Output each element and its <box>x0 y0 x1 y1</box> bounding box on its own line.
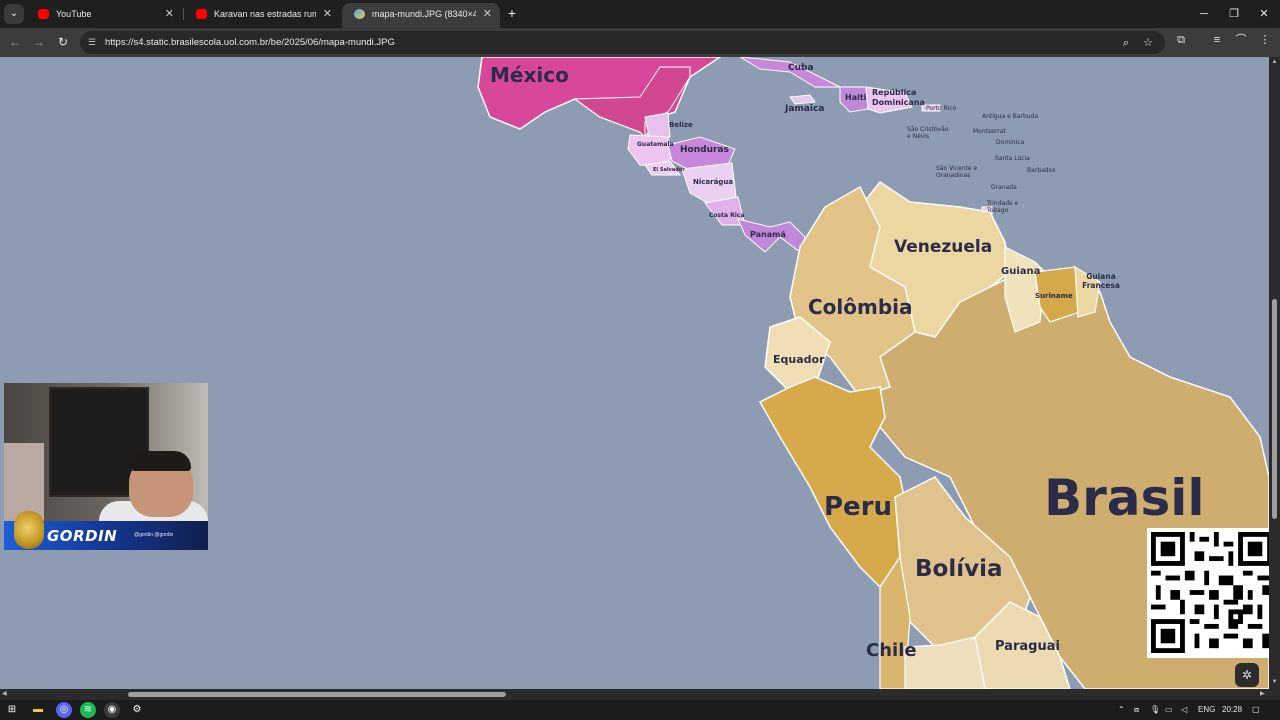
language-indicator[interactable]: ENG <box>1198 700 1215 720</box>
tab-karavan[interactable]: Karavan nas estradas rumo a La ✕ <box>184 3 340 28</box>
app-icon[interactable]: ⚙ <box>129 702 145 718</box>
chrome-icon[interactable]: ◉ <box>104 702 120 718</box>
jamaica-region <box>789 94 816 105</box>
label-antigua: Antígua e Barbuda <box>982 113 1039 120</box>
tray-expand-icon[interactable]: ⌃ <box>1118 700 1125 720</box>
tab-mapa-mundi[interactable]: mapa-mundi.JPG (8340×4689) ✕ <box>342 3 500 28</box>
windows-taskbar: ⊞ ▬ ◎ ≋ ◉ ⚙ ⌃ ⧈ 🎙 ▭ ◁ ENG 20:28 ▢ <box>0 700 1280 720</box>
label-santa-lucia: Santa Lúcia <box>995 155 1030 162</box>
image-icon <box>354 9 365 19</box>
tab-search-button[interactable]: ⌄ <box>4 4 24 24</box>
streamer-name: GORDIN <box>47 527 118 545</box>
menu-icon[interactable]: ⋮ <box>1256 31 1274 49</box>
vertical-scroll-thumb[interactable] <box>1272 299 1277 519</box>
label-honduras: Honduras <box>680 145 729 155</box>
scroll-up-icon[interactable]: ▲ <box>1271 59 1278 65</box>
browser-toolbar: ← → ↻ ☰ https://s4.static.brasilescola.u… <box>0 28 1280 57</box>
bookmark-star-icon[interactable]: ☆ <box>1139 34 1157 52</box>
profile-icon[interactable]: ⌒ <box>1232 31 1250 49</box>
tab-youtube[interactable]: YouTube ✕ <box>26 3 182 28</box>
horizontal-scrollbar[interactable]: ◀ ▶ <box>0 689 1280 700</box>
label-guiana: Guiana <box>1001 266 1041 277</box>
label-dominica: Dominica <box>996 139 1025 146</box>
scroll-right-icon[interactable]: ▶ <box>1260 690 1265 697</box>
settings-overlay-icon[interactable]: ✲ <box>1235 663 1259 687</box>
youtube-icon <box>196 9 207 19</box>
label-peru: Peru <box>824 492 893 522</box>
zoom-icon[interactable]: ⌕ <box>1117 34 1135 52</box>
gold-watch-logo-icon <box>14 511 44 549</box>
reload-button[interactable]: ↻ <box>53 32 73 52</box>
clock[interactable]: 20:28 <box>1222 700 1242 720</box>
address-bar[interactable]: ☰ https://s4.static.brasilescola.uol.com… <box>80 31 1165 54</box>
label-cuba: Cuba <box>788 63 814 73</box>
label-porto-rico: Porto Rico <box>926 105 957 112</box>
label-republica-dominicana: República Dominicana <box>872 88 925 107</box>
label-nicaragua: Nicarágua <box>693 178 734 186</box>
media-controls-icon[interactable]: ≡ <box>1208 31 1226 49</box>
qr-code <box>1147 528 1276 658</box>
world-map-image <box>477 57 1269 689</box>
tab-title: mapa-mundi.JPG (8340×4689) <box>372 9 476 19</box>
label-brasil: Brasil <box>1044 469 1205 527</box>
label-venezuela: Venezuela <box>894 237 993 257</box>
url-text: https://s4.static.brasilescola.uol.com.b… <box>105 37 395 48</box>
tab-strip: ⌄ YouTube ✕ Karavan nas estradas rumo a … <box>0 0 1280 28</box>
restore-button[interactable]: ❐ <box>1224 4 1244 24</box>
scroll-down-icon[interactable]: ▼ <box>1271 679 1278 685</box>
scroll-left-icon[interactable]: ◀ <box>2 690 7 697</box>
label-bolivia: Bolívia <box>915 556 1003 582</box>
windows-start-icon[interactable]: ⊞ <box>4 702 20 718</box>
volume-icon[interactable]: ◁ <box>1181 700 1187 720</box>
label-el-salvador: El Salvador <box>653 167 685 173</box>
label-trindade: Trindade e Tobago <box>987 200 1019 214</box>
close-icon[interactable]: ✕ <box>165 3 174 25</box>
streamer-handle: @gordin @gordin <box>134 532 174 538</box>
label-haiti: Haiti <box>845 93 867 102</box>
label-jamaica: Jamaica <box>785 104 825 114</box>
minimize-button[interactable]: ─ <box>1194 4 1214 24</box>
notifications-icon[interactable]: ▢ <box>1252 700 1260 720</box>
qr-code-icon <box>1151 532 1272 653</box>
close-window-button[interactable]: ✕ <box>1254 4 1274 24</box>
tray-app-icon[interactable]: ⧈ <box>1134 700 1139 720</box>
youtube-icon <box>38 9 49 19</box>
tab-title: Karavan nas estradas rumo a La <box>214 9 316 19</box>
label-sao-cristovao: São Cristóvão e Névis <box>907 126 949 140</box>
label-costa-rica: Costa Rica <box>709 212 745 219</box>
back-button[interactable]: ← <box>5 32 25 52</box>
label-colombia: Colômbia <box>808 295 913 319</box>
file-explorer-icon[interactable]: ▬ <box>30 702 46 718</box>
vertical-scrollbar[interactable]: ▲ ▼ <box>1269 57 1280 689</box>
webcam-overlay: GORDIN @gordin @gordin <box>4 383 208 550</box>
site-info-icon[interactable]: ☰ <box>86 36 98 48</box>
new-tab-button[interactable]: + <box>504 3 520 23</box>
extensions-icon[interactable]: ⧉ <box>1172 31 1190 49</box>
label-sao-vicente: São Vicente e Granadinas <box>936 165 978 179</box>
label-paraguai: Paraguai <box>995 639 1060 654</box>
horizontal-scroll-thumb[interactable] <box>128 692 506 697</box>
microphone-icon[interactable]: 🎙 <box>1150 700 1160 720</box>
label-mexico: México <box>490 63 569 87</box>
image-viewport[interactable]: México Cuba Jamaica Haiti República Domi… <box>0 57 1269 689</box>
label-belize: Belize <box>669 121 693 129</box>
label-guiana-francesa: Guiana Francesa <box>1082 272 1120 290</box>
discord-icon[interactable]: ◎ <box>56 702 72 718</box>
close-icon[interactable]: ✕ <box>323 3 332 25</box>
label-equador: Equador <box>773 353 825 366</box>
label-granada: Granada <box>991 184 1017 191</box>
network-icon[interactable]: ▭ <box>1165 700 1173 720</box>
forward-button[interactable]: → <box>29 32 49 52</box>
argentina-north-region <box>904 636 986 689</box>
label-chile: Chile <box>866 640 917 661</box>
label-barbados: Barbados <box>1027 167 1056 174</box>
label-montserrat: Montserrat <box>973 128 1006 135</box>
label-suriname: Suriname <box>1035 292 1073 300</box>
label-guatemala: Guatemala <box>637 141 674 148</box>
streamer-headset <box>131 451 191 471</box>
label-panama: Panamá <box>750 230 786 239</box>
close-icon[interactable]: ✕ <box>483 3 492 25</box>
spotify-icon[interactable]: ≋ <box>80 702 96 718</box>
tab-title: YouTube <box>56 9 92 19</box>
